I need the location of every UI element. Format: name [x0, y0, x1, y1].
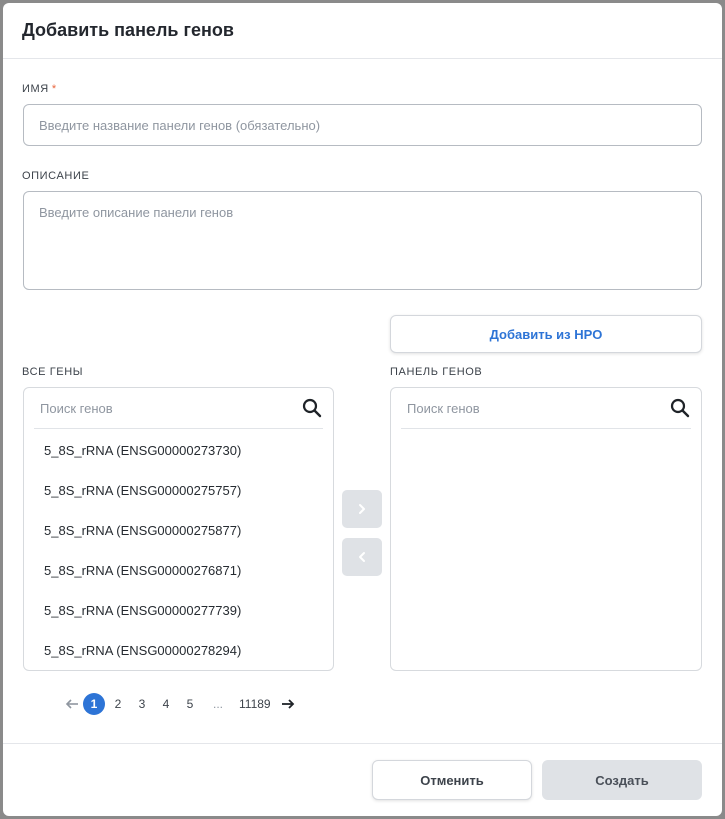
arrow-left-icon: [65, 699, 78, 709]
chevron-left-icon: [359, 552, 365, 562]
modal-title: Добавить панель генов: [22, 20, 234, 40]
page-button-1[interactable]: 1: [83, 693, 105, 715]
panel-name-input[interactable]: [23, 104, 702, 146]
search-icon[interactable]: [302, 398, 322, 418]
gene-list-item[interactable]: 5_8S_rRNA (ENSG00000278294): [44, 643, 241, 658]
search-icon[interactable]: [670, 398, 690, 418]
page-button-4[interactable]: 4: [155, 693, 177, 715]
all-genes-label: Все гены: [22, 366, 84, 378]
create-button[interactable]: Создать: [542, 760, 702, 800]
pagination-ellipsis: ...: [212, 697, 223, 711]
required-mark: *: [51, 83, 57, 95]
move-left-button[interactable]: [342, 538, 382, 576]
gene-list-item[interactable]: 5_8S_rRNA (ENSG00000277739): [44, 603, 241, 618]
move-right-button[interactable]: [342, 490, 382, 528]
add-gene-panel-modal: Добавить панель генов Имя* Описание Доба…: [3, 3, 722, 816]
arrow-right-icon: [281, 699, 294, 709]
page-button-2[interactable]: 2: [107, 693, 129, 715]
gene-panel-search-input[interactable]: [401, 400, 670, 416]
gene-list-item[interactable]: 5_8S_rRNA (ENSG00000273730): [44, 443, 241, 458]
description-label: Описание: [22, 170, 90, 182]
add-from-hpo-button[interactable]: Добавить из HPO: [390, 315, 702, 353]
pagination: 1 2 3 4 5 ... 11189: [61, 693, 299, 715]
name-label-text: Имя: [22, 83, 49, 95]
page-button-3[interactable]: 3: [131, 693, 153, 715]
chevron-right-icon: [359, 504, 365, 514]
page-button-last[interactable]: 11189: [239, 693, 271, 715]
footer-divider: [3, 743, 722, 744]
panel-description-input[interactable]: [23, 191, 702, 290]
gene-list-item[interactable]: 5_8S_rRNA (ENSG00000275757): [44, 483, 241, 498]
name-label: Имя *: [22, 83, 57, 95]
gene-panel-label: Панель генов: [390, 366, 483, 378]
gene-panel-list: [390, 387, 702, 671]
all-genes-search-input[interactable]: [34, 400, 302, 416]
gene-list-item[interactable]: 5_8S_rRNA (ENSG00000275877): [44, 523, 241, 538]
page-button-5[interactable]: 5: [179, 693, 201, 715]
gene-list-item[interactable]: 5_8S_rRNA (ENSG00000276871): [44, 563, 241, 578]
all-genes-list: 5_8S_rRNA (ENSG00000273730) 5_8S_rRNA (E…: [23, 387, 334, 671]
gene-panel-search: [401, 388, 691, 429]
all-genes-search: [34, 388, 323, 429]
cancel-button[interactable]: Отменить: [372, 760, 532, 800]
prev-page-button[interactable]: [61, 693, 83, 715]
next-page-button[interactable]: [277, 693, 299, 715]
modal-header: Добавить панель генов: [3, 3, 722, 59]
